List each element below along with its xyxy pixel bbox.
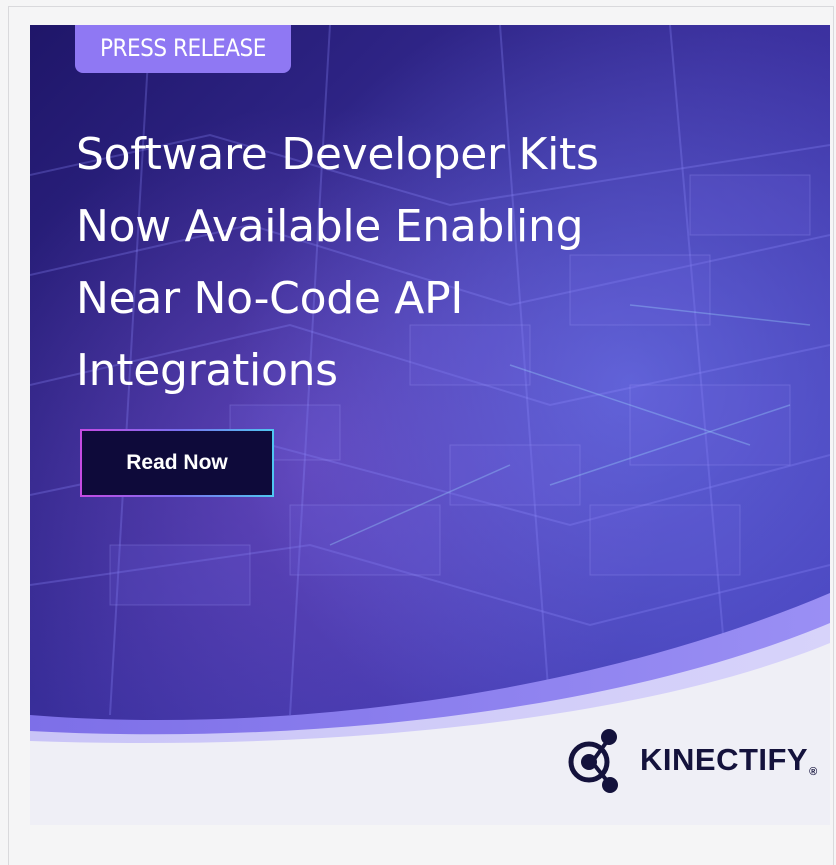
hero-banner: PRESS RELEASE Software Developer Kits No… xyxy=(30,25,830,825)
kinectify-molecule-icon xyxy=(568,729,618,793)
kinectify-wordmark: KINECTIFY® xyxy=(640,742,818,778)
read-now-button[interactable]: Read Now xyxy=(80,429,274,497)
headline-line: Integrations xyxy=(76,345,338,396)
read-now-button-label: Read Now xyxy=(126,451,228,474)
headline: Software Developer Kits Now Available En… xyxy=(76,119,716,407)
headline-line: Near No-Code API xyxy=(76,273,463,324)
brand-name: KINECTIFY xyxy=(640,742,809,777)
kinectify-logo[interactable]: KINECTIFY® xyxy=(565,725,817,795)
page-frame: PRESS RELEASE Software Developer Kits No… xyxy=(8,6,834,865)
headline-line: Now Available Enabling xyxy=(76,201,584,252)
registered-mark: ® xyxy=(809,766,818,778)
press-release-card[interactable]: PRESS RELEASE Software Developer Kits No… xyxy=(30,25,830,825)
headline-line: Software Developer Kits xyxy=(76,129,599,180)
press-release-badge: PRESS RELEASE xyxy=(75,25,291,73)
